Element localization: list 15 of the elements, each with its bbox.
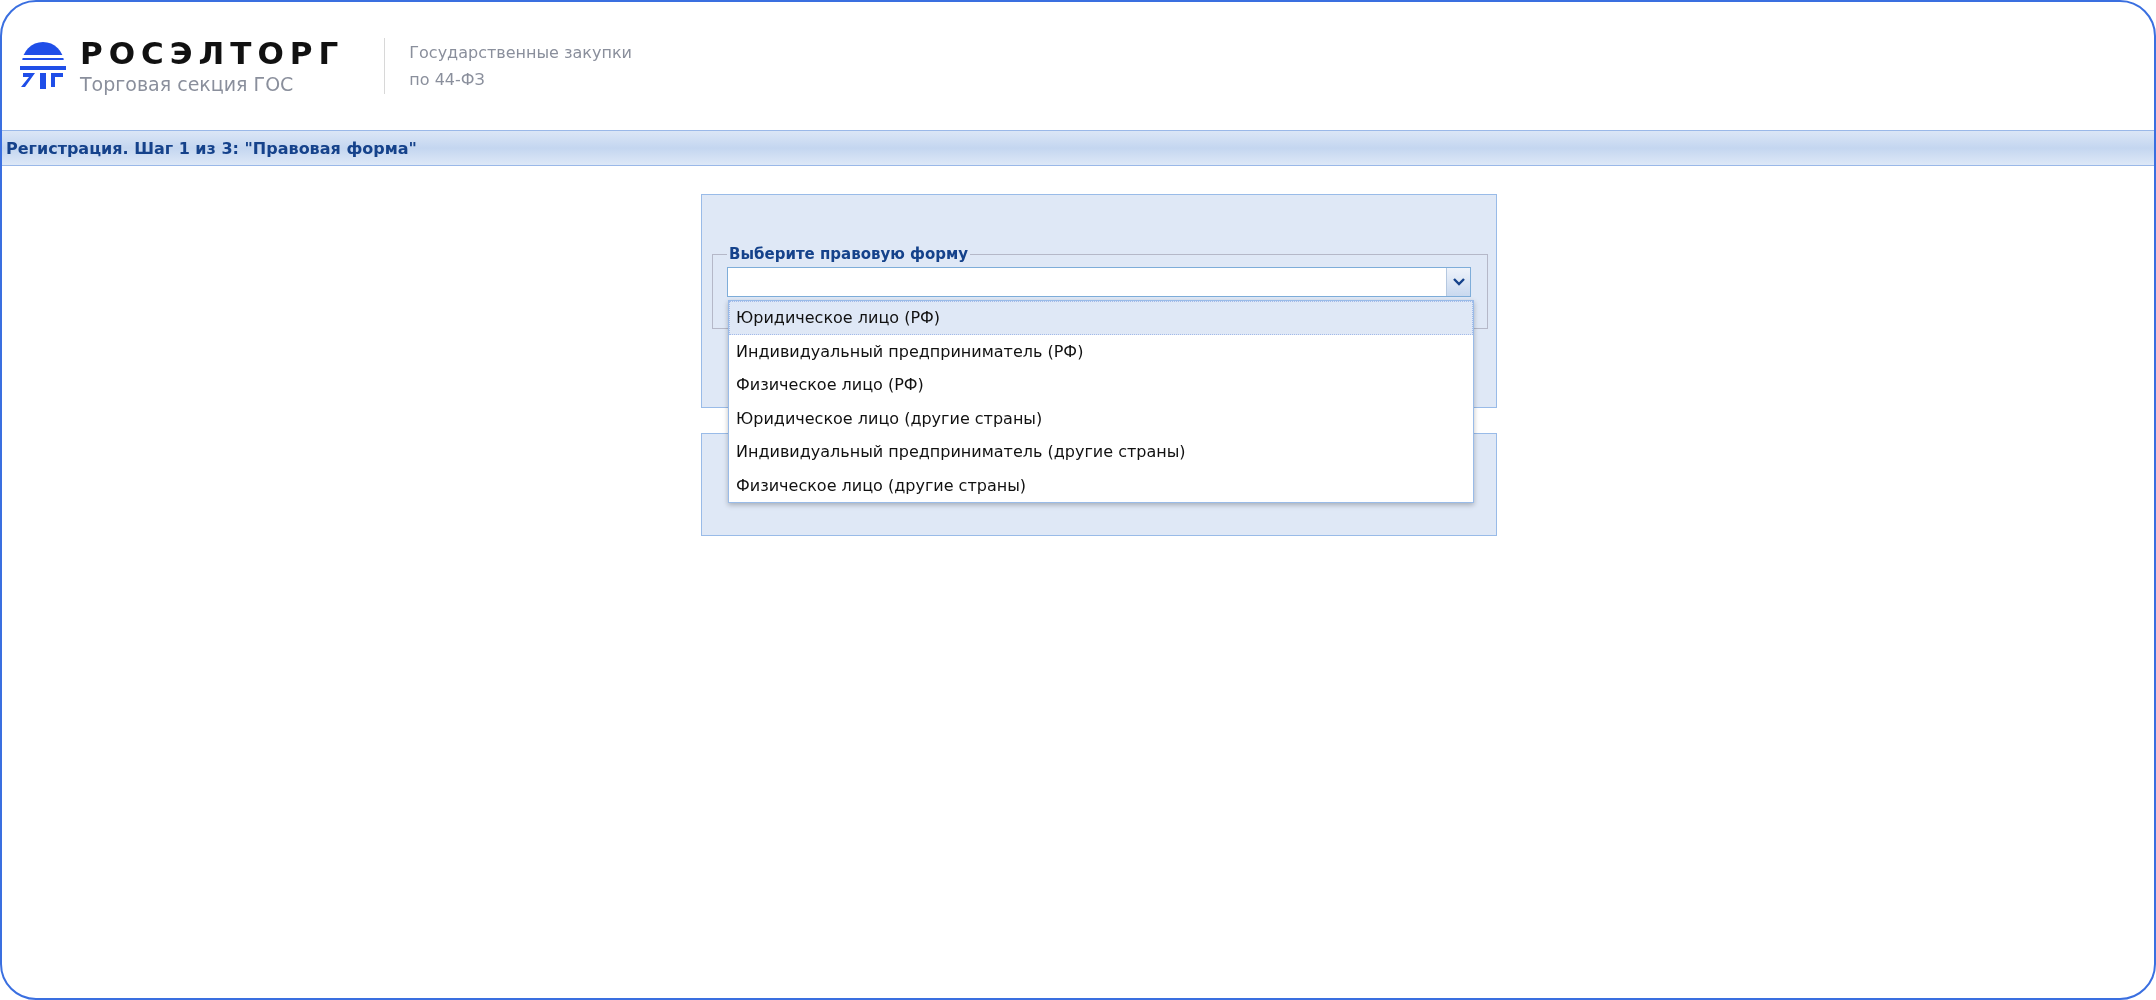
- section-caption: по 44-ФЗ: [409, 70, 486, 89]
- page-title-bar: Регистрация. Шаг 1 из 3: "Правовая форма": [2, 130, 2154, 166]
- chevron-down-icon: [1452, 278, 1465, 286]
- dropdown-option[interactable]: Индивидуальный предприниматель (РФ): [729, 334, 1473, 368]
- dropdown-option[interactable]: Физическое лицо (РФ): [729, 368, 1473, 402]
- dropdown-option[interactable]: Юридическое лицо (другие страны): [729, 401, 1473, 435]
- dropdown-option[interactable]: Юридическое лицо (РФ): [729, 301, 1473, 335]
- dropdown-option[interactable]: Физическое лицо (другие страны): [729, 468, 1473, 502]
- logo-subtitle: Торговая секция ГОС: [80, 72, 295, 97]
- logo-text: РОСЭЛТОРГ: [80, 35, 345, 71]
- dropdown-option[interactable]: Индивидуальный предприниматель (другие страны): [729, 435, 1473, 469]
- section-caption: Государственные закупки: [409, 43, 632, 62]
- logo-icon: [18, 41, 68, 91]
- dropdown-trigger[interactable]: [1446, 268, 1470, 296]
- field-legend: Выберите правовую форму: [727, 245, 971, 263]
